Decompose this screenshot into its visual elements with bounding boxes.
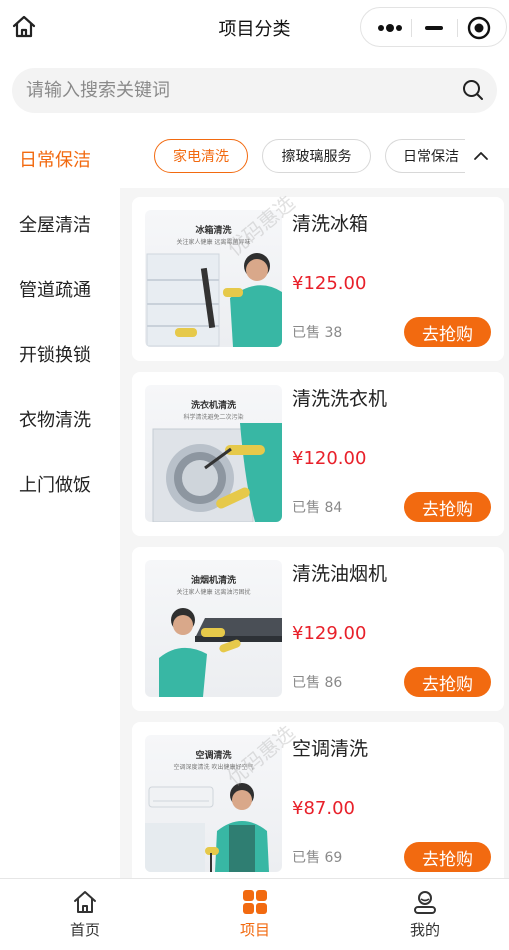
buy-button[interactable]: 去抢购	[404, 492, 491, 522]
thumb-title: 洗衣机清洗	[190, 401, 236, 411]
product-image: 空调清洗 空调深度清洗 吹出健康好空气	[145, 735, 282, 872]
product-price: ¥87.00	[292, 798, 355, 819]
buy-button[interactable]: 去抢购	[404, 842, 491, 872]
more-button[interactable]	[375, 17, 405, 39]
chevron-up-icon	[474, 152, 488, 160]
thumb-subtitle: 关注家人健康 远离油污困扰	[176, 589, 251, 596]
tab-label: 首页	[69, 921, 100, 939]
sidebar-item-daily-cleaning[interactable]: 日常保洁	[0, 126, 110, 191]
tab-label: 我的	[409, 921, 440, 939]
subcategory-tabs: 家电清洗 擦玻璃服务 日常保洁	[120, 126, 509, 188]
air-conditioner-illustration	[145, 783, 269, 872]
sold-count: 已售 84	[292, 500, 343, 516]
tab-projects[interactable]: 项目	[170, 879, 340, 950]
product-name: 空调清洗	[292, 738, 369, 760]
capsule-divider	[457, 19, 458, 37]
thumb-subtitle: 科学清洗避免二次污染	[183, 414, 244, 421]
thumb-title: 油烟机清洗	[190, 576, 236, 586]
product-price: ¥129.00	[292, 623, 367, 644]
subtab-daily-cleaning[interactable]: 日常保洁	[385, 139, 465, 173]
more-icon	[378, 24, 402, 32]
category-sidebar: 日常保洁 全屋清洁 管道疏通 开锁换锁 衣物清洗 上门做饭	[0, 126, 110, 878]
sidebar-item-label: 管道疏通	[19, 279, 91, 301]
tab-home[interactable]: 首页	[0, 879, 170, 950]
search-bar	[12, 68, 497, 113]
subtab-appliance-cleaning[interactable]: 家电清洗	[154, 139, 248, 173]
sidebar-item-label: 日常保洁	[19, 149, 91, 171]
buy-button[interactable]: 去抢购	[404, 667, 491, 697]
product-card[interactable]: 冰箱清洗 关注家人健康 远离霉菌异味 清洗冰箱 ¥125.00 已售 38 去抢…	[132, 197, 504, 361]
product-panel: 家电清洗 擦玻璃服务 日常保洁 冰箱清洗 关注家人健康 远离霉菌异味 清洗冰箱 …	[120, 126, 509, 886]
product-name: 清洗冰箱	[292, 213, 369, 235]
sold-count: 已售 38	[292, 325, 343, 341]
tab-profile[interactable]: 我的	[340, 879, 509, 950]
sidebar-item-label: 上门做饭	[19, 474, 91, 496]
sidebar-item-pipe-dredging[interactable]: 管道疏通	[0, 256, 110, 321]
sidebar-item-label: 衣物清洗	[19, 409, 91, 431]
user-icon	[414, 891, 436, 914]
sidebar-item-lock-service[interactable]: 开锁换锁	[0, 321, 110, 386]
sold-count: 已售 69	[292, 850, 343, 866]
minimize-icon	[425, 26, 443, 30]
search-button[interactable]	[461, 78, 485, 102]
subtab-window-cleaning[interactable]: 擦玻璃服务	[262, 139, 371, 173]
tab-label: 项目	[239, 921, 270, 939]
thumb-title: 空调清洗	[195, 751, 232, 761]
sidebar-item-label: 全屋清洁	[19, 214, 91, 236]
product-image: 冰箱清洗 关注家人健康 远离霉菌异味	[145, 210, 282, 347]
nav-header: 项目分类	[0, 0, 509, 54]
buy-button[interactable]: 去抢购	[404, 317, 491, 347]
product-card[interactable]: 空调清洗 空调深度清洗 吹出健康好空气 空调清洗 ¥87.00 已售 69 去抢…	[132, 722, 504, 886]
sold-count: 已售 86	[292, 675, 343, 691]
washing-machine-illustration	[152, 423, 282, 522]
sidebar-item-laundry[interactable]: 衣物清洗	[0, 386, 110, 451]
home-icon	[74, 891, 96, 913]
search-input[interactable]	[26, 68, 446, 113]
product-price: ¥120.00	[292, 448, 367, 469]
sidebar-item-home-cooking[interactable]: 上门做饭	[0, 451, 110, 516]
sidebar-item-whole-house-cleaning[interactable]: 全屋清洁	[0, 191, 110, 256]
product-name: 清洗洗衣机	[292, 388, 388, 410]
product-card[interactable]: 洗衣机清洗 科学清洗避免二次污染 清洗洗衣机 ¥120.00 已售 84 去抢购	[132, 372, 504, 536]
thumb-subtitle: 关注家人健康 远离霉菌异味	[176, 239, 251, 246]
close-button[interactable]	[467, 16, 491, 40]
capsule-divider	[411, 19, 412, 37]
product-card[interactable]: 油烟机清洗 关注家人健康 远离油污困扰 清洗油烟机 ¥129.00 已售 86 …	[132, 547, 504, 711]
range-hood-illustration	[159, 608, 282, 697]
product-name: 清洗油烟机	[292, 563, 388, 585]
bottom-tab-bar: 首页 项目 我的	[0, 878, 509, 950]
mini-program-capsule	[360, 7, 507, 47]
search-icon	[463, 80, 483, 100]
grid-icon	[243, 890, 267, 914]
thumb-title: 冰箱清洗	[195, 226, 232, 236]
minimize-button[interactable]	[421, 17, 447, 39]
close-icon	[467, 16, 491, 40]
product-image: 洗衣机清洗 科学清洗避免二次污染	[145, 385, 282, 522]
sidebar-item-label: 开锁换锁	[19, 344, 91, 366]
expand-tabs-button[interactable]	[466, 144, 496, 168]
product-image: 油烟机清洗 关注家人健康 远离油污困扰	[145, 560, 282, 697]
fridge-illustration	[146, 253, 282, 347]
product-price: ¥125.00	[292, 273, 367, 294]
thumb-subtitle: 空调深度清洗 吹出健康好空气	[173, 764, 254, 771]
